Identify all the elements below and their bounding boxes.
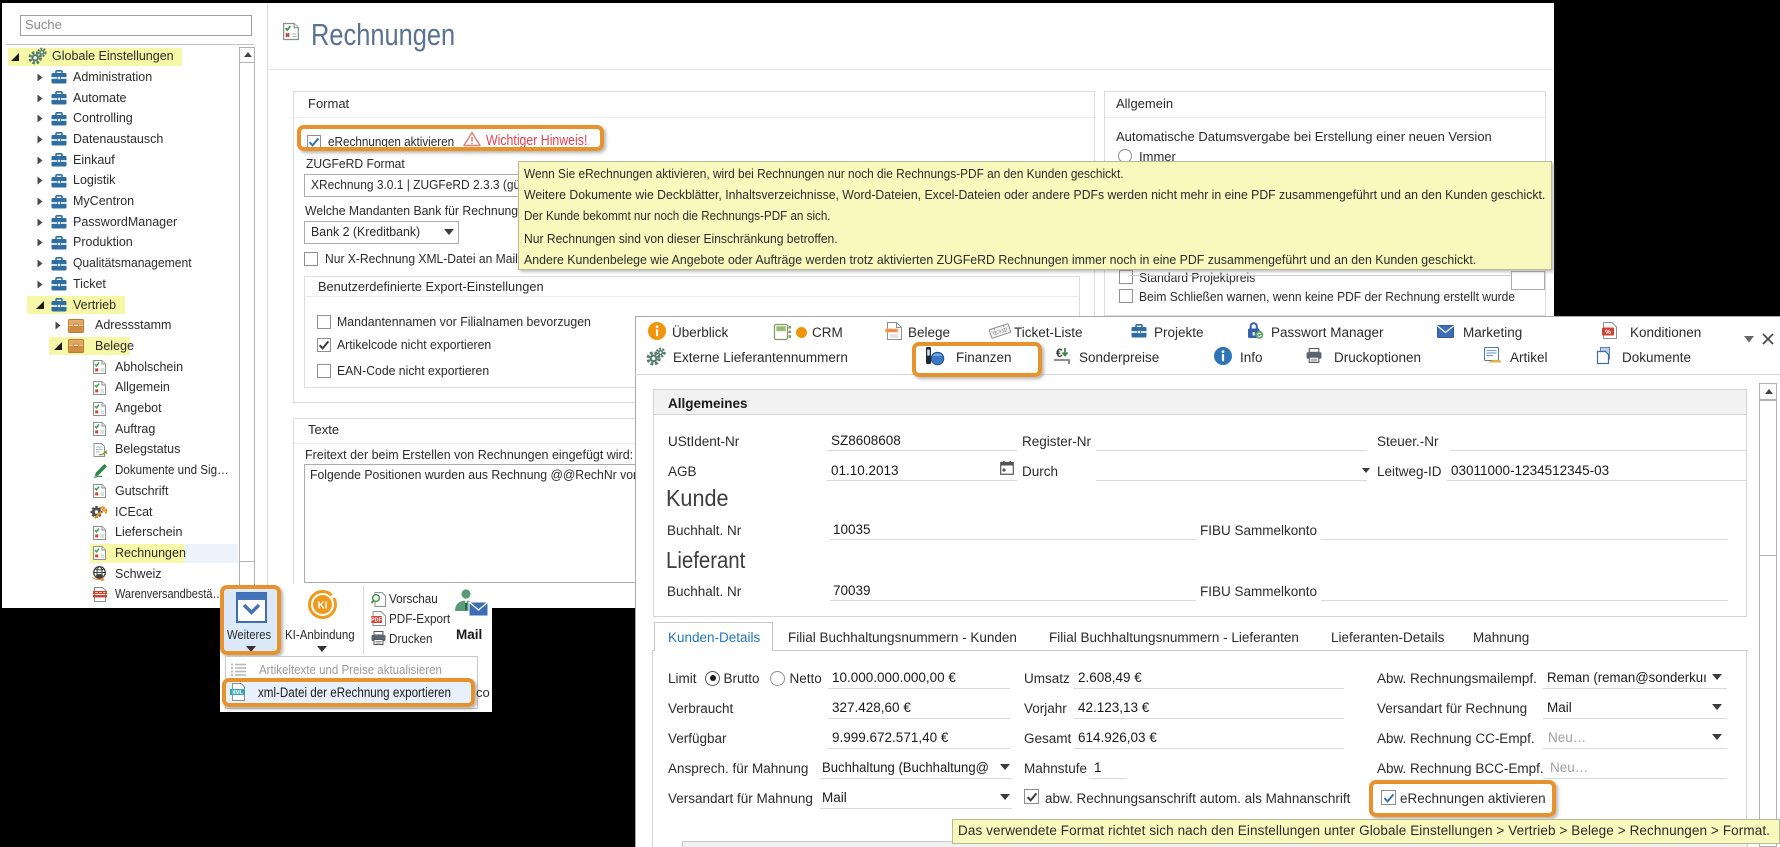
svg-text:PDF: PDF <box>371 618 383 624</box>
svg-text:%: % <box>1605 329 1611 336</box>
svg-text:KI: KI <box>318 601 328 612</box>
